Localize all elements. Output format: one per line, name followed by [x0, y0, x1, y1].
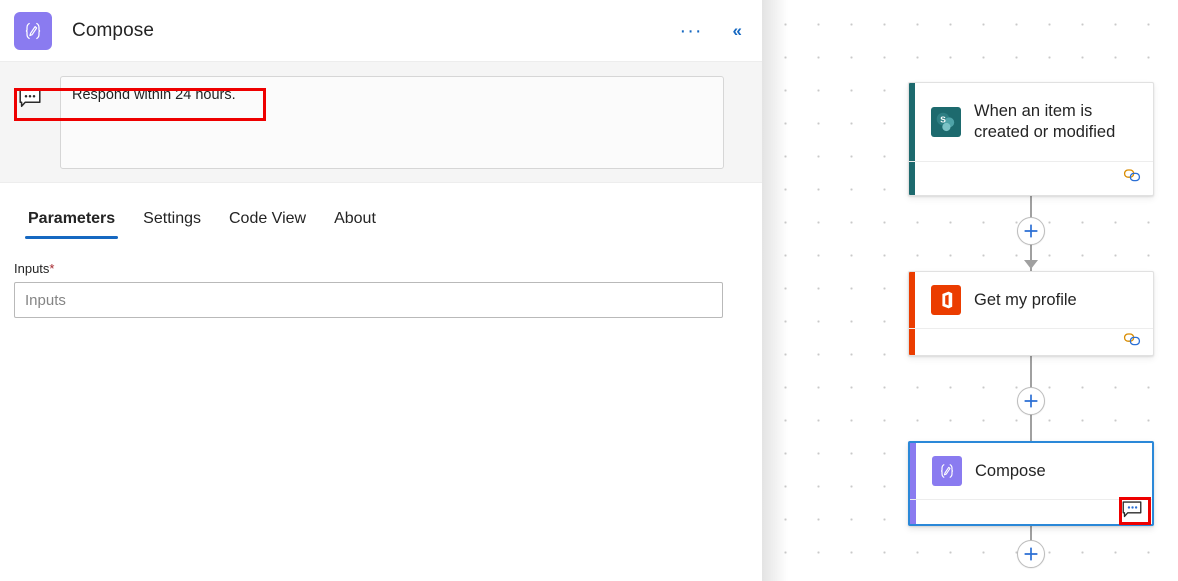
comment-section: Respond within 24 hours. [0, 61, 762, 183]
flow-node-compose[interactable]: Compose [908, 441, 1154, 526]
page-title: Compose [72, 19, 155, 41]
node-title: Get my profile [974, 290, 1077, 309]
svg-text:S: S [940, 115, 946, 125]
sharepoint-icon: S [931, 107, 961, 137]
panel-header-actions: ··· « [676, 0, 746, 61]
panel-header: Compose ··· « [0, 0, 762, 61]
comment-text: Respond within 24 hours. [72, 87, 236, 103]
node-title: Compose [975, 461, 1046, 480]
node-footer [909, 161, 1153, 195]
comment-icon [0, 76, 60, 108]
tab-parameters[interactable]: Parameters [14, 202, 129, 239]
add-step-button-3[interactable] [1017, 540, 1045, 568]
connection-link-icon[interactable] [1123, 168, 1143, 189]
flow-node-trigger[interactable]: S When an item is created or modified [908, 82, 1154, 196]
compose-icon [14, 11, 52, 50]
comment-icon[interactable] [1122, 501, 1142, 523]
inputs-label-text: Inputs [14, 261, 50, 276]
add-step-button-1[interactable] [1017, 217, 1045, 245]
action-details-panel: Compose ··· « Respond within 24 hours. P… [0, 0, 762, 581]
required-marker: * [49, 261, 55, 276]
connector-arrow-1 [1024, 260, 1038, 269]
collapse-panel-icon[interactable]: « [729, 22, 746, 40]
node-footer [909, 328, 1153, 355]
tab-about[interactable]: About [320, 202, 390, 239]
flow-node-get-my-profile[interactable]: Get my profile [908, 271, 1154, 356]
office365-icon [931, 285, 961, 315]
flow-canvas[interactable]: S When an item is created or modified Ge… [762, 0, 1178, 581]
node-title: When an item is created or modified [974, 102, 1116, 141]
app-root: Compose ··· « Respond within 24 hours. P… [0, 0, 1178, 581]
parameters-form: Inputs* [0, 239, 762, 318]
add-step-button-2[interactable] [1017, 387, 1045, 415]
inputs-label: Inputs* [14, 261, 723, 276]
more-options-icon[interactable]: ··· [676, 21, 707, 41]
node-header: Get my profile [909, 272, 1153, 328]
inputs-field[interactable] [14, 282, 723, 318]
node-footer [910, 499, 1152, 524]
node-header: Compose [910, 443, 1152, 499]
panel-tabs: Parameters Settings Code View About [0, 202, 762, 239]
connection-link-icon[interactable] [1123, 332, 1143, 353]
node-header: S When an item is created or modified [909, 83, 1153, 161]
tab-settings[interactable]: Settings [129, 202, 215, 239]
comment-textarea[interactable]: Respond within 24 hours. [60, 76, 724, 169]
compose-icon [932, 456, 962, 486]
tab-code-view[interactable]: Code View [215, 202, 320, 239]
